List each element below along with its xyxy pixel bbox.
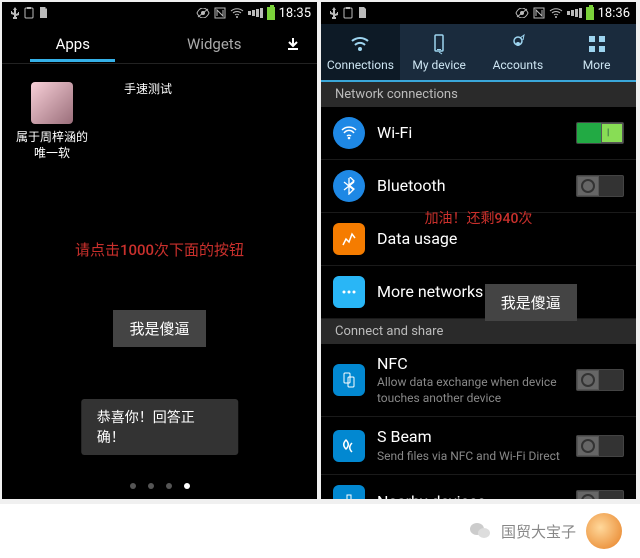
tab-connections[interactable]: Connections bbox=[321, 24, 400, 80]
app-item[interactable]: 属于周梓涵的唯一软 bbox=[16, 82, 88, 161]
row-nfc[interactable]: NFC Allow data exchange when device touc… bbox=[321, 344, 636, 417]
row-title: NFC bbox=[377, 354, 576, 373]
nearby-icon bbox=[333, 485, 365, 499]
page-dot[interactable] bbox=[184, 483, 190, 489]
tab-accounts[interactable]: Accounts bbox=[479, 24, 558, 80]
tab-widgets[interactable]: Widgets bbox=[144, 27, 286, 61]
app-item[interactable]: 手速测试 bbox=[112, 82, 184, 161]
row-bluetooth[interactable]: Bluetooth bbox=[321, 160, 636, 213]
nfc-icon bbox=[214, 7, 226, 19]
tab-more[interactable]: More bbox=[557, 24, 636, 80]
app-icon bbox=[31, 82, 73, 124]
tab-label: Accounts bbox=[493, 58, 544, 72]
row-nearby[interactable]: Nearby devices bbox=[321, 475, 636, 499]
row-title: Wi-Fi bbox=[377, 123, 576, 142]
accounts-icon bbox=[506, 32, 530, 56]
status-time: 18:35 bbox=[279, 6, 311, 21]
nfc-toggle[interactable] bbox=[576, 369, 624, 391]
nearby-toggle[interactable] bbox=[576, 490, 624, 499]
row-title: Data usage bbox=[377, 229, 624, 248]
nfc-icon bbox=[333, 364, 365, 396]
battery-icon bbox=[586, 7, 594, 20]
page-dot[interactable] bbox=[148, 483, 154, 489]
watermark-footer: 国贸大宝子 bbox=[0, 504, 640, 558]
row-morenetworks[interactable]: More networks bbox=[321, 266, 636, 319]
sbeam-icon bbox=[333, 430, 365, 462]
left-screenshot: 18:35 Apps Widgets 属于周梓涵的唯一软 手速测试 请点击100… bbox=[2, 2, 317, 499]
tab-mydevice[interactable]: My device bbox=[400, 24, 479, 80]
row-sbeam[interactable]: S Beam Send files via NFC and Wi-Fi Dire… bbox=[321, 417, 636, 475]
row-subtitle: Allow data exchange when device touches … bbox=[377, 375, 576, 406]
bluetooth-icon bbox=[333, 170, 365, 202]
sdcard-icon bbox=[38, 7, 48, 19]
usb-icon bbox=[329, 7, 339, 19]
wifi-icon bbox=[230, 8, 244, 18]
sbeam-toggle[interactable] bbox=[576, 435, 624, 457]
right-screenshot: 18:36 Connections My device Accounts Mor… bbox=[321, 2, 636, 499]
page-dot[interactable] bbox=[130, 483, 136, 489]
sdcard-icon bbox=[357, 7, 367, 19]
usb-icon bbox=[10, 7, 20, 19]
eye-icon bbox=[515, 8, 529, 18]
wifi-icon bbox=[549, 8, 563, 18]
row-title: Bluetooth bbox=[377, 176, 576, 195]
overlay-button[interactable]: 我是傻逼 bbox=[485, 284, 577, 321]
row-title: Nearby devices bbox=[377, 492, 576, 499]
launcher-tabs: Apps Widgets bbox=[2, 24, 317, 64]
page-indicator bbox=[130, 483, 190, 489]
section-header-network: Network connections bbox=[321, 82, 636, 107]
row-wifi[interactable]: Wi-Fi bbox=[321, 107, 636, 160]
app-label: 属于周梓涵的唯一软 bbox=[16, 130, 88, 161]
eye-icon bbox=[196, 8, 210, 18]
clipboard-icon bbox=[24, 7, 34, 19]
battery-icon bbox=[267, 7, 275, 20]
toast-message: 恭喜你！回答正确！ bbox=[81, 399, 239, 455]
tab-label: My device bbox=[412, 58, 466, 72]
device-icon bbox=[427, 32, 451, 56]
bluetooth-toggle[interactable] bbox=[576, 175, 624, 197]
app-grid: 属于周梓涵的唯一软 手速测试 请点击1000次下面的按钮 我是傻逼 恭喜你！回答… bbox=[2, 64, 317, 499]
status-bar: 18:35 bbox=[2, 2, 317, 24]
tab-label: Connections bbox=[327, 58, 394, 72]
wifi-toggle[interactable] bbox=[576, 122, 624, 144]
wifi-icon bbox=[333, 117, 365, 149]
status-bar: 18:36 bbox=[321, 2, 636, 24]
signal-icon bbox=[248, 8, 263, 18]
overlay-prompt: 请点击1000次下面的按钮 bbox=[16, 239, 303, 260]
settings-tabs: Connections My device Accounts More bbox=[321, 24, 636, 82]
tab-label: More bbox=[583, 58, 611, 72]
clipboard-icon bbox=[343, 7, 353, 19]
more-icon bbox=[585, 32, 609, 56]
signal-icon bbox=[567, 8, 582, 18]
page-dot[interactable] bbox=[166, 483, 172, 489]
overlay-prompt: 加油！还剩940次 bbox=[425, 208, 533, 228]
connections-icon bbox=[348, 32, 372, 56]
datausage-icon bbox=[333, 223, 365, 255]
row-subtitle: Send files via NFC and Wi-Fi Direct bbox=[377, 449, 576, 465]
section-header-share: Connect and share bbox=[321, 319, 636, 344]
nfc-icon bbox=[533, 7, 545, 19]
overlay-button[interactable]: 我是傻逼 bbox=[113, 310, 205, 347]
app-label: 手速测试 bbox=[112, 82, 184, 98]
download-icon[interactable] bbox=[285, 36, 317, 52]
watermark-label: 国贸大宝子 bbox=[501, 521, 576, 542]
tab-apps[interactable]: Apps bbox=[2, 27, 144, 61]
more-networks-icon bbox=[333, 276, 365, 308]
watermark-avatar bbox=[586, 513, 622, 549]
wechat-icon bbox=[469, 521, 491, 541]
status-time: 18:36 bbox=[598, 6, 630, 21]
row-title: S Beam bbox=[377, 427, 576, 446]
